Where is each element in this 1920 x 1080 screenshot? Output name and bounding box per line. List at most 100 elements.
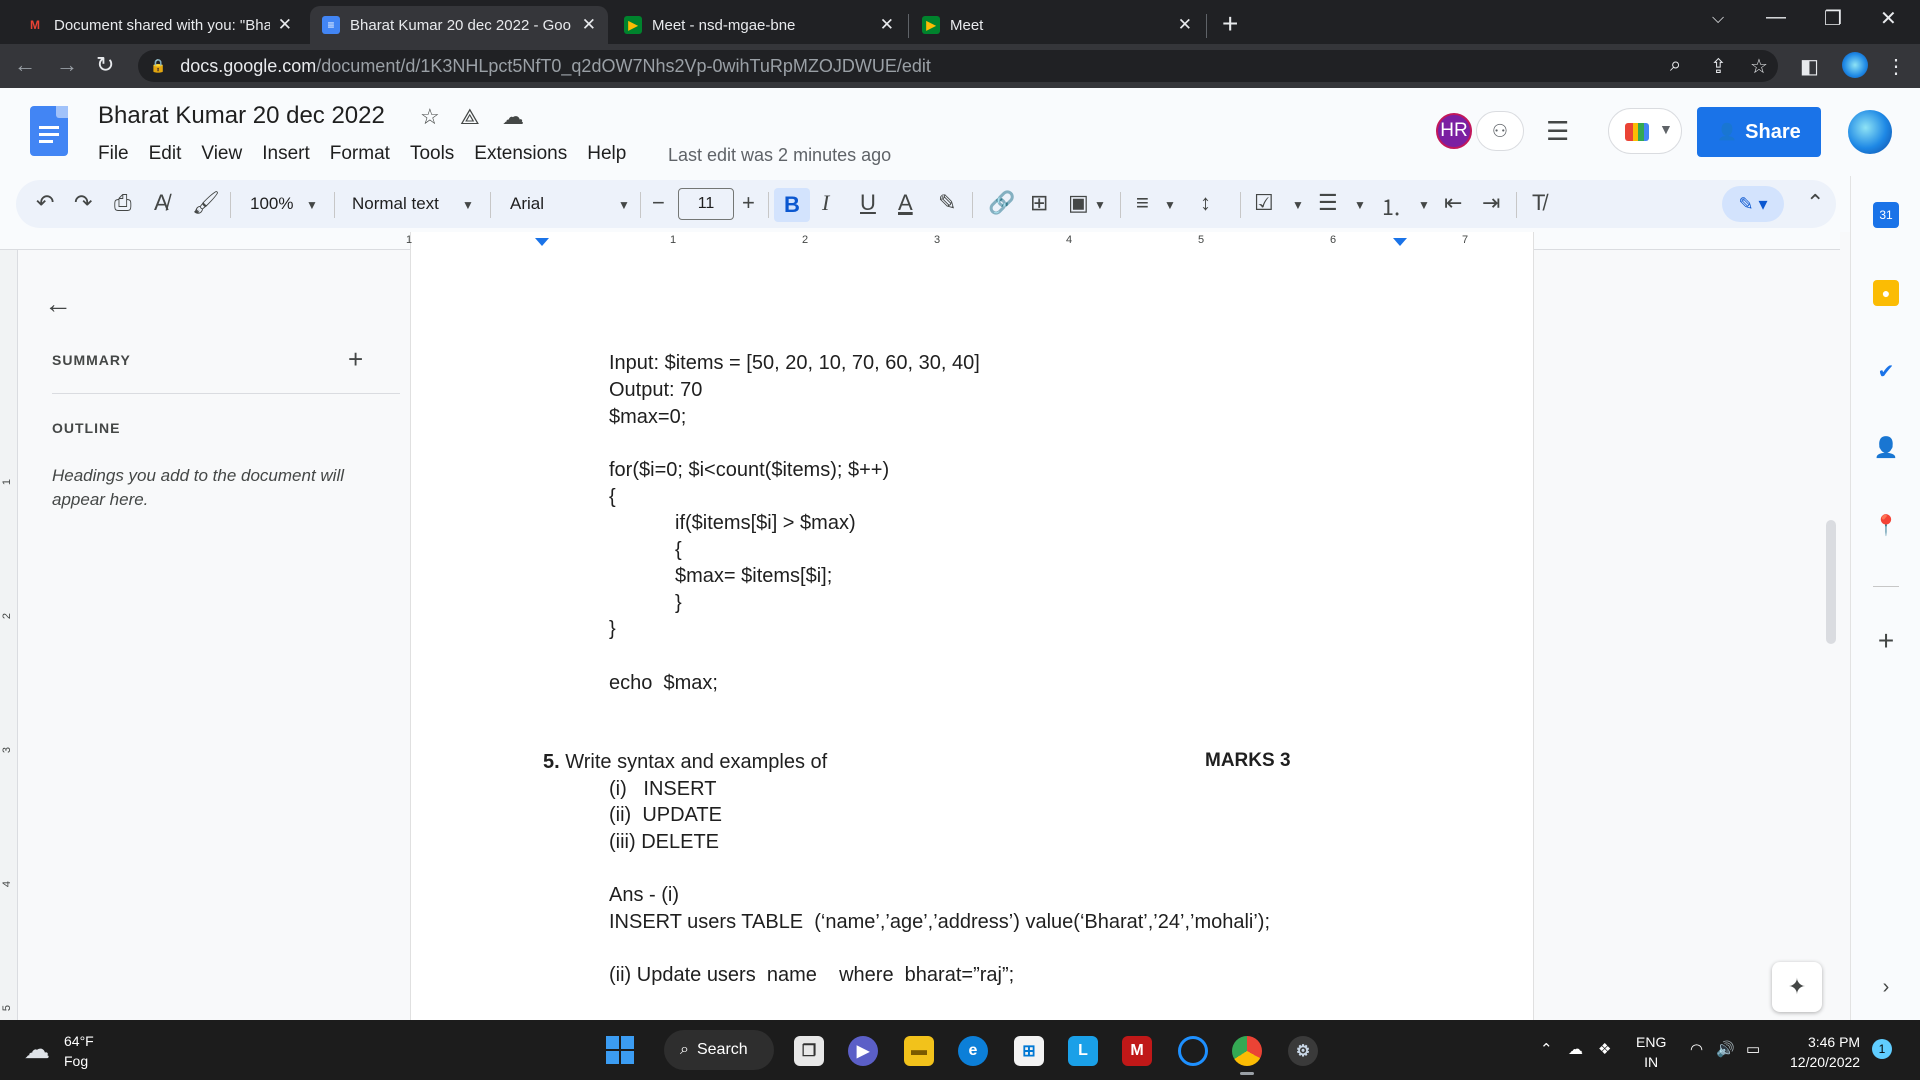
reload-icon[interactable]: ↻: [96, 52, 114, 78]
minimize-icon[interactable]: —: [1766, 6, 1786, 29]
menu-help[interactable]: Help: [587, 143, 626, 165]
style-select[interactable]: Normal text: [352, 194, 439, 214]
lock-icon[interactable]: 🔒: [150, 58, 166, 74]
teams-chat-icon[interactable]: ▶: [848, 1036, 878, 1066]
start-button[interactable]: [606, 1036, 634, 1064]
new-tab-button[interactable]: +: [1222, 8, 1238, 40]
decrease-font-size-icon[interactable]: −: [652, 190, 665, 216]
share-page-icon[interactable]: ⇪: [1710, 54, 1727, 79]
print-icon[interactable]: ⎙: [114, 190, 132, 216]
increase-indent-icon[interactable]: ⇥: [1482, 190, 1500, 216]
left-indent-marker[interactable]: [535, 238, 549, 246]
chevron-down-icon[interactable]: ▼: [618, 198, 630, 212]
cloud-saved-icon[interactable]: ☁: [502, 104, 524, 130]
mcafee-icon[interactable]: M: [1122, 1036, 1152, 1066]
close-window-icon[interactable]: ✕: [1880, 6, 1897, 31]
bookmark-star-icon[interactable]: ☆: [1750, 54, 1768, 79]
undo-icon[interactable]: ↶: [36, 190, 54, 216]
forward-icon[interactable]: →: [56, 52, 78, 78]
menu-extensions[interactable]: Extensions: [474, 143, 567, 165]
chevron-down-icon[interactable]: ▼: [462, 198, 474, 212]
comment-history-icon[interactable]: ☰: [1546, 116, 1569, 147]
collaborators-icon[interactable]: ⚇: [1476, 111, 1524, 151]
notification-badge[interactable]: 1: [1872, 1039, 1892, 1059]
browser-tab-docs[interactable]: ≡ Bharat Kumar 20 dec 2022 - Goo ✕: [310, 6, 608, 44]
tab-search-chevron-icon[interactable]: ⌵: [1712, 10, 1724, 28]
settings-gear-icon[interactable]: ⚙: [1288, 1036, 1318, 1066]
document-page[interactable]: Input: $items = [50, 20, 10, 70, 60, 30,…: [410, 250, 1534, 1020]
bulleted-list-icon[interactable]: ☰: [1318, 190, 1338, 216]
share-button[interactable]: 👤 Share: [1697, 107, 1821, 157]
dropbox-icon[interactable]: ❖: [1598, 1040, 1611, 1058]
wifi-icon[interactable]: ◠: [1690, 1040, 1703, 1058]
edge-icon[interactable]: e: [958, 1036, 988, 1066]
text-color-button[interactable]: A: [898, 190, 913, 216]
account-avatar[interactable]: [1848, 110, 1892, 154]
more-menu-icon[interactable]: ⋮: [1886, 54, 1906, 79]
maps-icon[interactable]: 📍: [1873, 512, 1899, 538]
weather-cloud-icon[interactable]: ☁: [24, 1034, 50, 1065]
show-hidden-icons-chevron-icon[interactable]: ⌃: [1540, 1040, 1553, 1058]
chevron-down-icon[interactable]: ▼: [1094, 198, 1106, 212]
profile-avatar[interactable]: [1842, 52, 1868, 78]
close-tab-icon[interactable]: ✕: [880, 15, 894, 35]
chevron-down-icon[interactable]: ▼: [1292, 198, 1304, 212]
back-icon[interactable]: ←: [14, 52, 36, 78]
file-explorer-icon[interactable]: ▬: [904, 1036, 934, 1066]
restore-icon[interactable]: ❐: [1824, 6, 1842, 31]
font-size-input[interactable]: 11: [678, 188, 734, 220]
contacts-icon[interactable]: 👤: [1873, 434, 1899, 460]
meet-button[interactable]: ▼: [1608, 108, 1682, 154]
onedrive-icon[interactable]: ☁: [1568, 1040, 1583, 1058]
increase-font-size-icon[interactable]: +: [742, 190, 755, 216]
chevron-down-icon[interactable]: ▼: [1354, 198, 1366, 212]
align-icon[interactable]: ≡: [1136, 190, 1149, 216]
numbered-list-icon[interactable]: ⒈: [1380, 190, 1402, 222]
app-l-icon[interactable]: L: [1068, 1036, 1098, 1066]
insert-image-icon[interactable]: ▣: [1068, 190, 1089, 216]
battery-icon[interactable]: ▭: [1746, 1040, 1760, 1058]
link-icon[interactable]: 🔗: [988, 190, 1015, 216]
close-tab-icon[interactable]: ✕: [1178, 15, 1192, 35]
star-icon[interactable]: ☆: [420, 104, 440, 130]
decrease-indent-icon[interactable]: ⇤: [1444, 190, 1462, 216]
spellcheck-icon[interactable]: A̸: [154, 190, 169, 216]
chrome-icon[interactable]: [1232, 1036, 1262, 1066]
menu-edit[interactable]: Edit: [149, 143, 182, 165]
vertical-scrollbar[interactable]: [1826, 520, 1836, 644]
menu-file[interactable]: File: [98, 143, 129, 165]
add-summary-button[interactable]: +: [348, 344, 363, 375]
line-spacing-icon[interactable]: ↕: [1200, 190, 1211, 216]
close-tab-icon[interactable]: ✕: [278, 15, 292, 35]
side-panel-icon[interactable]: ◧: [1800, 54, 1819, 79]
chevron-down-icon[interactable]: ▼: [1418, 198, 1430, 212]
bold-button[interactable]: B: [774, 188, 810, 222]
right-indent-marker[interactable]: [1393, 238, 1407, 246]
zoom-icon[interactable]: ⌕: [1670, 54, 1681, 77]
zoom-select[interactable]: 100%: [250, 194, 293, 214]
menu-tools[interactable]: Tools: [410, 143, 454, 165]
address-bar[interactable]: 🔒 docs.google.com/document/d/1K3NHLpct5N…: [138, 50, 1778, 82]
task-view-icon[interactable]: ❐: [794, 1036, 824, 1066]
taskbar-search[interactable]: ⌕ Search: [664, 1030, 774, 1070]
language-indicator[interactable]: ENG IN: [1636, 1032, 1666, 1072]
italic-button[interactable]: I: [822, 190, 829, 216]
highlight-icon[interactable]: ✎: [938, 190, 956, 216]
checklist-icon[interactable]: ☑: [1254, 190, 1274, 216]
docs-logo[interactable]: [30, 106, 68, 156]
microsoft-store-icon[interactable]: ⊞: [1014, 1036, 1044, 1066]
cortana-icon[interactable]: [1178, 1036, 1208, 1066]
browser-tab-meet-2[interactable]: ▶ Meet ✕: [910, 6, 1204, 44]
underline-button[interactable]: U: [860, 190, 876, 216]
font-select[interactable]: Arial: [510, 194, 544, 214]
browser-tab-meet-1[interactable]: ▶ Meet - nsd-mgae-bne ✕: [612, 6, 906, 44]
calendar-icon[interactable]: 31: [1873, 202, 1899, 228]
explore-sparkle-button[interactable]: ✦: [1772, 962, 1822, 1012]
keep-icon[interactable]: ●: [1873, 280, 1899, 306]
add-comment-icon[interactable]: ⊞: [1030, 190, 1048, 216]
paint-format-icon[interactable]: 🖌: [192, 190, 220, 216]
get-addons-icon[interactable]: +: [1873, 625, 1899, 656]
browser-tab-gmail[interactable]: M Document shared with you: "Bha ✕: [14, 6, 304, 44]
show-side-panel-chevron-icon[interactable]: ›: [1873, 974, 1899, 1000]
clear-formatting-icon[interactable]: T̸: [1532, 190, 1545, 216]
